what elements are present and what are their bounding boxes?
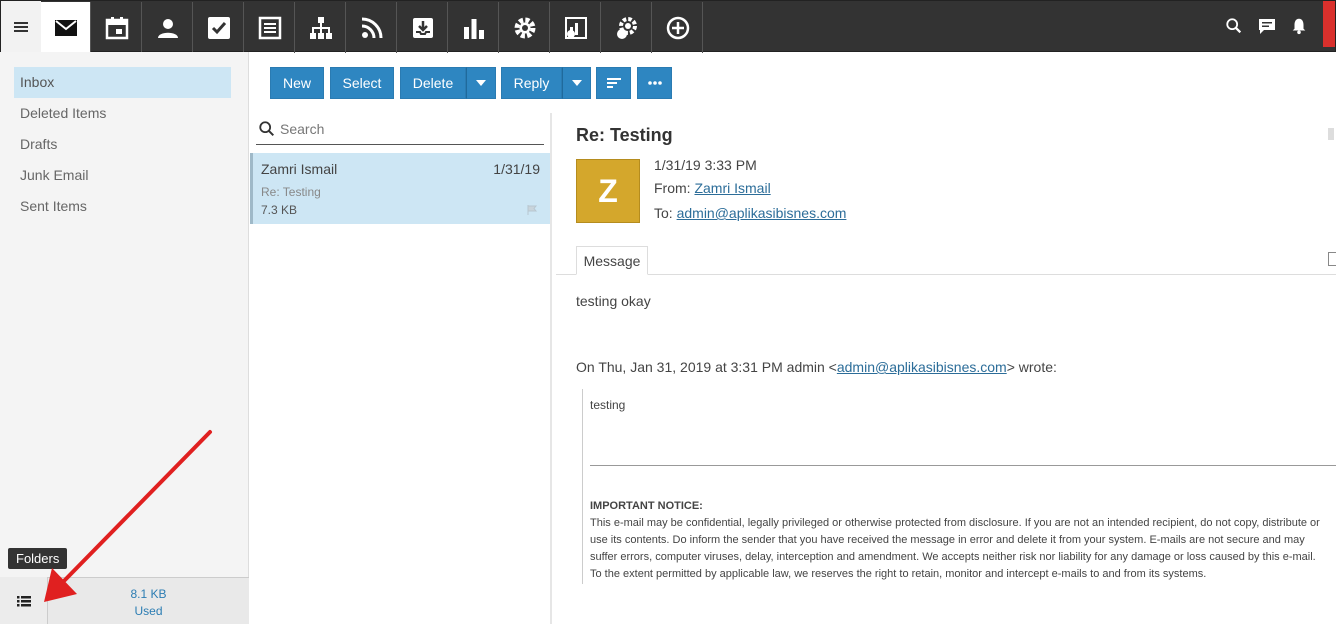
delete-button[interactable]: Delete	[400, 67, 466, 99]
app-tab-rss[interactable]	[347, 2, 397, 53]
message-size: 7.3 KB	[261, 203, 298, 217]
storage-used-value: 8.1 KB	[130, 587, 167, 601]
inbox-download-icon	[412, 17, 433, 38]
message-subject: Re: Testing	[261, 185, 321, 199]
sender-avatar: Z	[576, 159, 640, 223]
search-icon	[1226, 18, 1242, 34]
to-recipient-link[interactable]: admin@aplikasibisnes.com	[677, 205, 847, 221]
app-tab-org-chart[interactable]	[296, 2, 346, 53]
folders-tooltip: Folders	[8, 548, 68, 569]
app-tab-mail[interactable]	[41, 2, 91, 53]
folder-inbox[interactable]: Inbox	[14, 67, 231, 98]
list-icon	[16, 595, 31, 606]
to-line: To: admin@aplikasibisnes.com	[654, 205, 846, 221]
quote-header-prefix: On Thu, Jan 31, 2019 at 3:31 PM admin <	[576, 359, 837, 375]
from-line: From: Zamri Ismail	[654, 180, 771, 196]
app-tab-settings[interactable]	[500, 2, 550, 53]
mail-icon	[54, 19, 77, 36]
hamburger-icon	[14, 22, 28, 32]
tab-bar-divider	[556, 274, 1336, 275]
chat-icon	[1259, 19, 1275, 34]
notice-title: IMPORTANT NOTICE:	[590, 500, 703, 512]
chevron-down-icon	[476, 80, 486, 86]
domain-settings-icon	[616, 16, 637, 39]
hamburger-menu-button[interactable]	[1, 1, 41, 53]
quote-header-suffix: > wrote:	[1006, 359, 1057, 375]
folder-junk-email[interactable]: Junk Email	[14, 160, 231, 191]
app-tab-notes[interactable]	[245, 2, 295, 53]
search-button[interactable]	[1223, 15, 1245, 37]
settings-icon	[514, 17, 535, 38]
folder-deleted-items[interactable]: Deleted Items	[14, 98, 231, 129]
to-label: To:	[654, 205, 673, 221]
app-tab-calendar[interactable]	[92, 2, 142, 53]
user-badge-edge[interactable]	[1323, 1, 1335, 47]
message-sender: Zamri Ismail	[261, 161, 338, 177]
add-icon	[666, 16, 689, 39]
app-tab-domain-settings[interactable]	[602, 2, 652, 53]
tasks-icon	[207, 16, 230, 39]
quote-divider	[590, 465, 1336, 466]
tab-message[interactable]: Message	[576, 246, 648, 275]
more-actions-button[interactable]	[637, 67, 672, 99]
sort-icon	[606, 78, 621, 88]
more-icon	[647, 81, 662, 85]
bell-icon	[1292, 18, 1306, 35]
new-button[interactable]: New	[270, 67, 324, 99]
reply-button[interactable]: Reply	[501, 67, 562, 99]
app-tab-contacts[interactable]	[143, 2, 193, 53]
app-tab-reports[interactable]	[551, 2, 601, 53]
quote-header: On Thu, Jan 31, 2019 at 3:31 PM admin <a…	[576, 359, 1057, 375]
top-app-bar	[0, 0, 1336, 53]
app-tab-download[interactable]	[398, 2, 448, 53]
app-tab-add[interactable]	[653, 2, 703, 53]
sort-button[interactable]	[596, 67, 631, 99]
quoted-text: testing	[590, 398, 626, 412]
from-sender-link[interactable]: Zamri Ismail	[694, 180, 770, 196]
storage-used-label: Used	[134, 604, 163, 618]
message-body-text: testing okay	[576, 293, 651, 309]
calendar-icon	[105, 16, 128, 39]
notes-icon	[258, 16, 281, 39]
reports-icon	[564, 16, 587, 39]
delete-dropdown-button[interactable]	[466, 67, 496, 99]
chevron-down-icon	[571, 80, 582, 86]
search-icon	[259, 121, 275, 137]
select-button[interactable]: Select	[330, 67, 394, 99]
chat-button[interactable]	[1256, 15, 1278, 37]
notifications-button[interactable]	[1288, 15, 1310, 37]
app-tab-tasks[interactable]	[194, 2, 244, 53]
folders-toggle-button[interactable]	[0, 577, 48, 624]
search-input[interactable]	[280, 116, 540, 142]
app-tab-bar-chart[interactable]	[449, 2, 499, 53]
scrollbar-thumb[interactable]	[1328, 128, 1334, 140]
from-label: From:	[654, 180, 691, 196]
rss-icon	[361, 17, 382, 38]
bar-chart-icon	[463, 18, 484, 39]
expand-icon[interactable]	[1328, 252, 1336, 266]
quote-email-link[interactable]: admin@aplikasibisnes.com	[837, 359, 1007, 375]
message-date: 1/31/19	[493, 161, 540, 177]
notice-body: This e-mail may be confidential, legally…	[590, 517, 1320, 580]
org-chart-icon	[309, 16, 332, 39]
flag-icon[interactable]	[526, 204, 538, 216]
message-datetime: 1/31/19 3:33 PM	[654, 157, 757, 173]
folder-sent-items[interactable]: Sent Items	[14, 191, 231, 222]
reply-dropdown-button[interactable]	[562, 67, 591, 99]
folder-drafts[interactable]: Drafts	[14, 129, 231, 160]
contacts-icon	[157, 18, 178, 38]
message-subject-title: Re: Testing	[576, 125, 673, 145]
